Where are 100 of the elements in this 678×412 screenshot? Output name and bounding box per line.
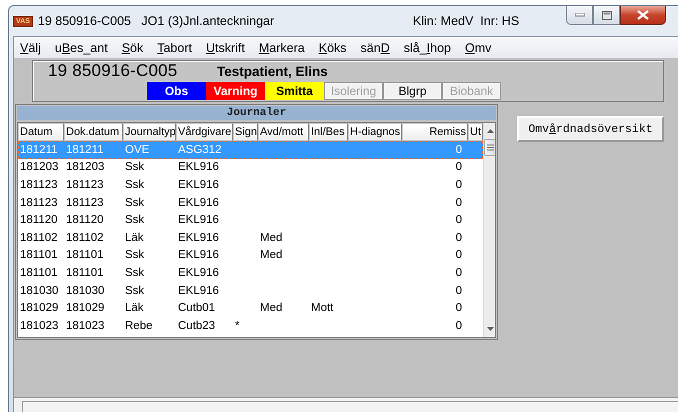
table-cell-text: 181030 <box>19 284 60 297</box>
table-cell-text: 181101 <box>65 266 105 279</box>
table-cell-text: Med <box>259 302 284 314</box>
table-title: Journaler <box>17 106 496 120</box>
table-cell-text: Ssk <box>124 284 146 297</box>
table-cell-text: 0 <box>454 161 463 174</box>
table-cell-text: Ssk <box>124 161 146 174</box>
table-row[interactable]: 181123 181123 Ssk EKL916 0 <box>18 194 483 212</box>
table-cell-text: Med <box>259 232 284 244</box>
flag-button[interactable]: Varning <box>206 82 265 100</box>
table-cell-text: 0 <box>454 302 463 314</box>
table-cell-text: 0 <box>454 196 463 209</box>
table-cell-text: 181211 <box>65 144 105 156</box>
table-cell-text: Ssk <box>124 214 146 226</box>
table-cell-text: 181023 <box>65 320 106 332</box>
table-cell-text: 0 <box>454 249 463 262</box>
table-cell-text: EKL916 <box>177 266 220 279</box>
menu-item[interactable]: uBes_ant <box>54 40 108 54</box>
table-cell-text: 181203 <box>19 161 60 174</box>
column-header[interactable]: Dok.datum <box>64 123 123 141</box>
table-cell-text: Ssk <box>124 249 146 262</box>
maximize-icon <box>602 10 612 20</box>
table-cell-text: 181203 <box>65 161 106 174</box>
patient-id: 19 850916-C005 <box>48 61 178 81</box>
table-cell-text: EKL916 <box>177 178 220 191</box>
table-cell-text: Ssk <box>124 178 146 191</box>
flag-button[interactable]: Blgrp <box>383 82 442 100</box>
table-cell-text: 181101 <box>65 249 105 262</box>
table-cell-text: 181030 <box>65 284 106 297</box>
table-cell-text: 181123 <box>65 196 105 209</box>
menu-item[interactable]: Tabort <box>157 40 192 54</box>
window-info: Klin: MedV Inr: HS <box>412 14 520 28</box>
table-cell-text: EKL916 <box>177 232 220 244</box>
column-header[interactable]: Journaltyp <box>123 123 176 141</box>
column-header[interactable]: Inl/Bes <box>309 123 348 141</box>
close-icon <box>637 10 649 20</box>
table-row[interactable]: 181101 181101 Ssk EKL916 Med 0 <box>18 246 483 264</box>
column-header[interactable]: Remiss <box>402 123 468 141</box>
flag-button[interactable]: Smitta <box>265 82 324 100</box>
table-cell-text: 0 <box>454 144 463 156</box>
table-cell-text: 181123 <box>65 178 105 191</box>
flag-button[interactable]: Obs <box>147 82 206 100</box>
menu-item[interactable]: Markera <box>258 40 305 54</box>
table-cell-text: * <box>234 320 240 332</box>
table-cell-text: 0 <box>454 232 463 244</box>
table-cell-text: 0 <box>454 178 463 191</box>
table-cell-text: 181101 <box>19 266 59 279</box>
table-cell-text: EKL916 <box>177 249 220 262</box>
table-row[interactable]: 181029 181029 Läk Cutb01 Med Mott 0 <box>18 299 483 317</box>
table-row[interactable]: 181102 181102 Läk EKL916 Med 0 <box>18 228 483 247</box>
table-cell-text: Ssk <box>124 196 146 209</box>
scroll-up-icon[interactable] <box>487 129 494 133</box>
minimize-button[interactable] <box>566 6 593 25</box>
table-cell-text: 181211 <box>19 144 59 156</box>
table-cell-text: Med <box>259 249 284 262</box>
table-cell-text: 181029 <box>19 302 60 314</box>
table-row[interactable]: 181101 181101 Ssk EKL916 0 <box>18 264 483 282</box>
column-header[interactable]: Sign <box>233 123 258 141</box>
table-cell-text: Mott <box>310 302 334 314</box>
scroll-down-icon[interactable] <box>487 327 494 331</box>
table-cell-text: Läk <box>124 232 145 244</box>
table-row[interactable]: 181023 181023 Rebe Cutb23 * 0 <box>18 316 483 335</box>
patient-name: Testpatient, Elins <box>217 64 328 79</box>
column-header[interactable]: H-diagnos <box>348 123 402 141</box>
scrollbar[interactable] <box>483 123 495 337</box>
column-header[interactable]: Datum <box>18 123 64 141</box>
menu-item[interactable]: Köks <box>318 40 347 54</box>
table-cell-text: Rebe <box>124 320 154 332</box>
scroll-thumb[interactable] <box>484 139 495 156</box>
table-cell-text: 181120 <box>19 214 59 226</box>
menu-item[interactable]: Sök <box>122 40 144 54</box>
table-cell-text: Ssk <box>124 266 146 279</box>
table-cell-text: EKL916 <box>177 196 220 209</box>
table-cell-text: 181102 <box>65 232 105 244</box>
window-title: 19 850916-C005 JO1 (3)Jnl.anteckningar <box>38 14 276 28</box>
table-row[interactable]: 181120 181120 Ssk EKL916 0 <box>18 211 483 229</box>
minimize-icon <box>574 13 584 17</box>
close-button[interactable] <box>620 6 666 25</box>
menu-item[interactable]: Omv <box>465 40 492 54</box>
table-cell-text: 0 <box>454 320 463 332</box>
table-cell-text: 181029 <box>65 302 106 314</box>
table-cell-text: 0 <box>454 284 463 297</box>
overview-button[interactable]: Omvårdnadsöversikt <box>517 116 664 142</box>
table-cell-text: 181120 <box>65 214 105 226</box>
column-header[interactable]: Vårdgivare <box>176 123 233 141</box>
column-header[interactable]: Avd/mott <box>258 123 309 141</box>
menu-item[interactable]: Utskrift <box>206 40 245 54</box>
menu-item[interactable]: Välj <box>20 40 41 54</box>
menu-item[interactable]: sänD <box>360 40 390 54</box>
maximize-button[interactable] <box>593 6 620 25</box>
table-row[interactable]: 181203 181203 Ssk EKL916 0 <box>18 158 483 176</box>
table-row[interactable]: 181123 181123 Ssk EKL916 0 <box>18 176 483 194</box>
menu-item[interactable]: slå_Ihop <box>404 40 451 54</box>
table-cell-text: Cutb01 <box>177 302 216 314</box>
table-row[interactable]: 181030 181030 Ssk EKL916 0 <box>18 282 483 300</box>
table-cell-text: EKL916 <box>177 161 220 174</box>
table-cell-text: 0 <box>454 266 463 279</box>
column-header[interactable]: Ut <box>468 123 483 141</box>
table-cell-text: 181123 <box>19 196 59 209</box>
table-cell-text: 181023 <box>19 320 60 332</box>
